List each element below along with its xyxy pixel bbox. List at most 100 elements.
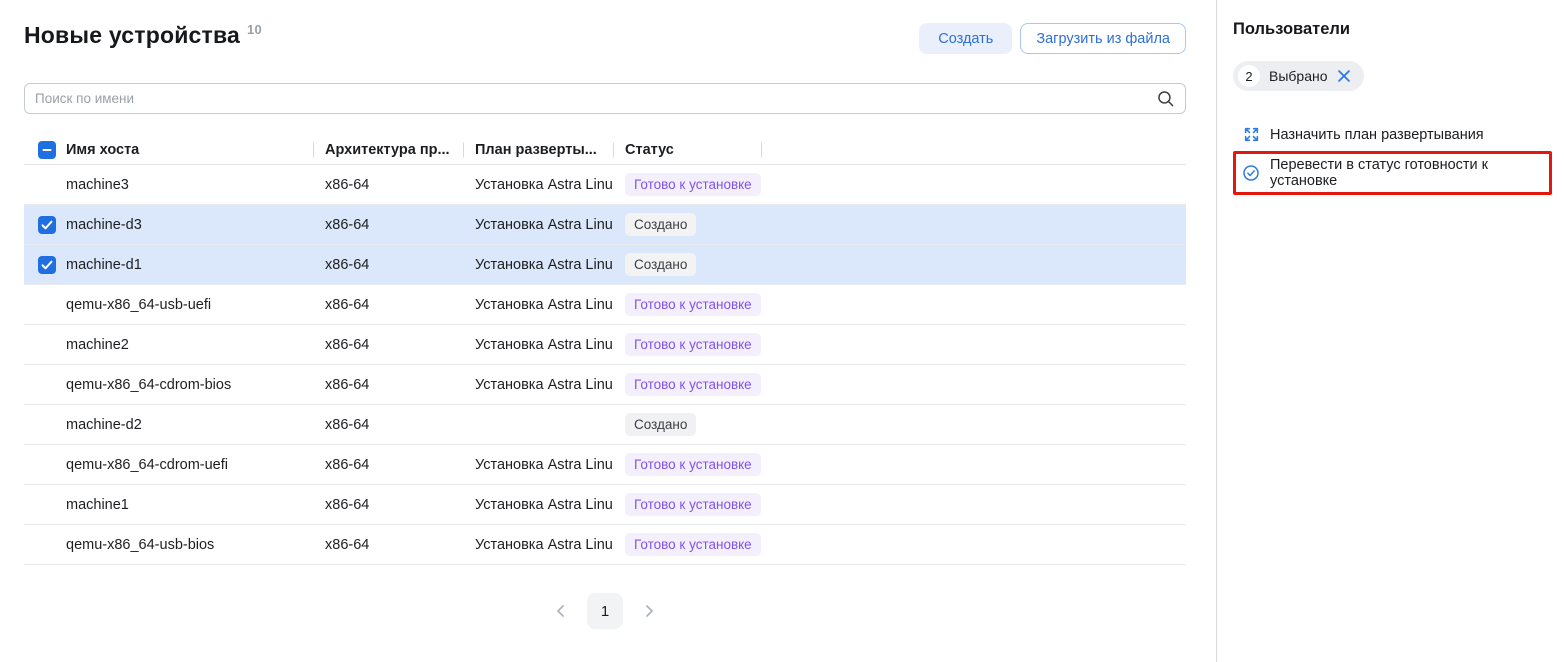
row-checkbox-cell [24, 216, 66, 234]
architecture-cell: x86-64 [313, 177, 463, 193]
status-badge: Готово к установке [625, 493, 761, 516]
table-row[interactable]: machine3 x86-64 Установка Astra Linux Го… [24, 165, 1186, 205]
table-row[interactable]: machine2 x86-64 Установка Astra Linux Го… [24, 325, 1186, 365]
status-cell: Готово к установке [613, 453, 761, 476]
hostname-cell: qemu-x86_64-cdrom-bios [66, 377, 313, 393]
search-input[interactable] [24, 83, 1186, 114]
toolbar: Создать Загрузить из файла [919, 23, 1186, 54]
column-header-status[interactable]: Статус [613, 142, 761, 158]
status-badge: Готово к установке [625, 173, 761, 196]
table-row[interactable]: qemu-x86_64-usb-uefi x86-64 Установка As… [24, 285, 1186, 325]
status-cell: Готово к установке [613, 333, 761, 356]
panel-title: Пользователи [1233, 20, 1552, 39]
status-badge: Готово к установке [625, 533, 761, 556]
selected-chip-label: Выбрано [1269, 68, 1328, 84]
next-page-icon[interactable] [640, 602, 658, 620]
row-checkbox-cell [24, 256, 66, 274]
architecture-cell: x86-64 [313, 257, 463, 273]
hostname-cell: machine3 [66, 177, 313, 193]
create-button[interactable]: Создать [919, 23, 1012, 54]
page-number-current[interactable]: 1 [587, 593, 623, 629]
status-cell: Создано [613, 213, 761, 236]
status-cell: Готово к установке [613, 293, 761, 316]
hostname-cell: machine1 [66, 497, 313, 513]
table-row[interactable]: qemu-x86_64-usb-bios x86-64 Установка As… [24, 525, 1186, 565]
status-badge: Создано [625, 253, 696, 276]
status-cell: Готово к установке [613, 533, 761, 556]
selected-count-chip: 2 Выбрано [1233, 61, 1364, 91]
table-row[interactable]: machine-d1 x86-64 Установка Astra Linux … [24, 245, 1186, 285]
hostname-cell: qemu-x86_64-usb-bios [66, 537, 313, 553]
status-badge: Готово к установке [625, 373, 761, 396]
devices-page: Новые устройства 10 Создать Загрузить из … [0, 0, 1216, 662]
app-root: Новые устройства 10 Создать Загрузить из … [0, 0, 1564, 662]
status-badge: Готово к установке [625, 293, 761, 316]
deploy-plan-cell: Установка Astra Linux [463, 377, 613, 393]
users-panel: Пользователи 2 Выбрано Назначить план ра… [1216, 0, 1564, 662]
hostname-cell: machine-d2 [66, 417, 313, 433]
status-cell: Готово к установке [613, 493, 761, 516]
page-title-text: Новые устройства [24, 22, 240, 48]
page-header: Новые устройства 10 Создать Загрузить из … [24, 22, 1186, 54]
architecture-cell: x86-64 [313, 217, 463, 233]
selected-count: 2 [1238, 65, 1260, 87]
column-header-architecture[interactable]: Архитектура пр... [313, 142, 463, 158]
assign-plan-icon [1242, 126, 1260, 143]
status-cell: Создано [613, 413, 761, 436]
deploy-plan-cell: Установка Astra Linux [463, 497, 613, 513]
select-all-checkbox-indeterminate[interactable] [38, 141, 56, 159]
search-icon[interactable] [1156, 89, 1175, 113]
column-header-deploy-plan[interactable]: План разверты... [463, 142, 613, 158]
architecture-cell: x86-64 [313, 297, 463, 313]
architecture-cell: x86-64 [313, 457, 463, 473]
devices-count-badge: 10 [247, 22, 262, 37]
table-row[interactable]: machine1 x86-64 Установка Astra Linux Го… [24, 485, 1186, 525]
table-header-row: Имя хоста Архитектура пр... План разверт… [24, 135, 1186, 165]
clear-selection-icon[interactable] [1337, 69, 1351, 83]
status-badge: Готово к установке [625, 333, 761, 356]
deploy-plan-cell: Установка Astra Linux [463, 537, 613, 553]
header-checkbox-cell [24, 141, 66, 159]
check-circle-icon [1242, 164, 1260, 182]
deploy-plan-cell: Установка Astra Linux [463, 457, 613, 473]
status-badge: Готово к установке [625, 453, 761, 476]
deploy-plan-cell: Установка Astra Linux [463, 337, 613, 353]
status-cell: Готово к установке [613, 373, 761, 396]
status-cell: Создано [613, 253, 761, 276]
architecture-cell: x86-64 [313, 417, 463, 433]
bulk-actions-list: Назначить план развертывания Перевести в… [1233, 120, 1552, 195]
prev-page-icon[interactable] [552, 602, 570, 620]
hostname-cell: machine2 [66, 337, 313, 353]
search-box [24, 83, 1186, 114]
architecture-cell: x86-64 [313, 377, 463, 393]
panel-action-label: Перевести в статус готовности к установк… [1270, 157, 1543, 189]
hostname-cell: machine-d3 [66, 217, 313, 233]
table-row[interactable]: machine-d3 x86-64 Установка Astra Linux … [24, 205, 1186, 245]
status-cell: Готово к установке [613, 173, 761, 196]
upload-from-file-button[interactable]: Загрузить из файла [1020, 23, 1186, 54]
row-checkbox-checked[interactable] [38, 216, 56, 234]
row-checkbox-checked[interactable] [38, 256, 56, 274]
status-badge: Создано [625, 213, 696, 236]
table-body: machine3 x86-64 Установка Astra Linux Го… [24, 165, 1186, 565]
hostname-cell: machine-d1 [66, 257, 313, 273]
pagination: 1 [24, 593, 1186, 629]
table-row[interactable]: qemu-x86_64-cdrom-bios x86-64 Установка … [24, 365, 1186, 405]
hostname-cell: qemu-x86_64-usb-uefi [66, 297, 313, 313]
column-header-hostname[interactable]: Имя хоста [66, 142, 313, 158]
deploy-plan-cell: Установка Astra Linux [463, 217, 613, 233]
hostname-cell: qemu-x86_64-cdrom-uefi [66, 457, 313, 473]
status-badge: Создано [625, 413, 696, 436]
panel-action[interactable]: Перевести в статус готовности к установк… [1233, 151, 1552, 195]
deploy-plan-cell: Установка Astra Linux [463, 297, 613, 313]
table-row[interactable]: qemu-x86_64-cdrom-uefi x86-64 Установка … [24, 445, 1186, 485]
deploy-plan-cell: Установка Astra Linux [463, 257, 613, 273]
deploy-plan-cell: Установка Astra Linux [463, 177, 613, 193]
devices-table: Имя хоста Архитектура пр... План разверт… [24, 135, 1186, 565]
panel-action-label: Назначить план развертывания [1270, 127, 1484, 143]
panel-action[interactable]: Назначить план развертывания [1233, 120, 1552, 149]
architecture-cell: x86-64 [313, 337, 463, 353]
page-title: Новые устройства 10 [24, 22, 262, 49]
architecture-cell: x86-64 [313, 497, 463, 513]
table-row[interactable]: machine-d2 x86-64 Создано [24, 405, 1186, 445]
